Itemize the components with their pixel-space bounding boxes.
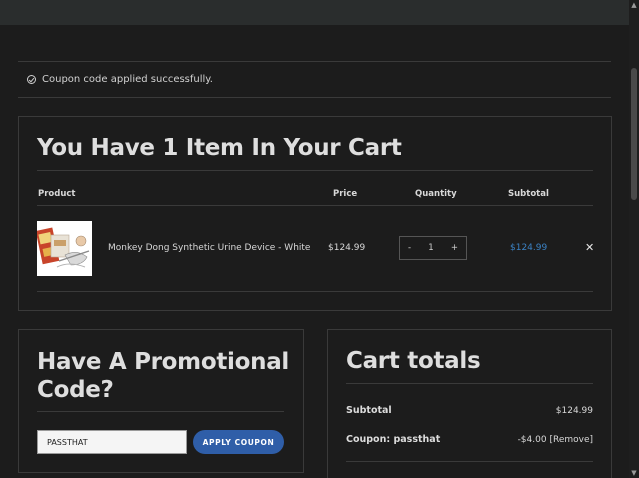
apply-coupon-button[interactable]: APPLY COUPON <box>193 430 284 454</box>
header-price: Price <box>333 189 358 199</box>
quantity-decrease-button[interactable]: - <box>408 243 411 253</box>
promo-title: Have A Promotional Code? <box>37 349 290 403</box>
quantity-input[interactable]: 1 <box>428 243 433 253</box>
divider <box>37 411 284 412</box>
remove-coupon-link[interactable]: [Remove] <box>549 435 593 445</box>
coupon-label: Coupon: passthat <box>346 434 441 445</box>
page-scrollbar[interactable]: ▲ ▼ <box>629 0 639 478</box>
cart-title: You Have 1 Item In Your Cart <box>37 135 402 161</box>
promo-code-section: Have A Promotional Code? APPLY COUPON <box>18 329 304 473</box>
header-quantity: Quantity <box>415 189 457 199</box>
header-subtotal: Subtotal <box>508 189 549 199</box>
product-price: $124.99 <box>328 243 366 253</box>
notice-text: Coupon code applied successfully. <box>42 74 213 85</box>
coupon-success-notice: Coupon code applied successfully. <box>18 61 611 98</box>
remove-item-close-icon[interactable]: ✕ <box>585 241 594 254</box>
check-circle-icon <box>27 75 36 84</box>
coupon-code-input[interactable] <box>37 430 187 454</box>
divider <box>346 461 593 462</box>
divider <box>37 205 593 206</box>
cart-section: You Have 1 Item In Your Cart Product Pri… <box>18 116 612 311</box>
coupon-discount-value: -$4.00 <box>517 435 547 445</box>
product-name-link[interactable]: Monkey Dong Synthetic Urine Device - Whi… <box>108 243 310 253</box>
subtotal-label: Subtotal <box>346 405 392 416</box>
quantity-stepper[interactable]: - 1 + <box>399 236 467 260</box>
divider <box>346 383 593 384</box>
cart-totals-section: Cart totals Subtotal $124.99 Coupon: pas… <box>327 329 612 478</box>
scroll-down-arrow-icon[interactable]: ▼ <box>629 468 639 478</box>
scroll-thumb[interactable] <box>631 68 637 200</box>
product-thumbnail[interactable] <box>37 221 92 276</box>
top-header-bar <box>0 0 639 25</box>
scroll-up-arrow-icon[interactable]: ▲ <box>629 0 639 10</box>
coupon-row-value: -$4.00 [Remove] <box>518 435 593 445</box>
product-subtotal: $124.99 <box>510 243 548 253</box>
header-product: Product <box>38 189 76 199</box>
quantity-increase-button[interactable]: + <box>451 243 458 253</box>
divider <box>37 291 593 292</box>
subtotal-value: $124.99 <box>555 406 593 416</box>
cart-totals-title: Cart totals <box>346 348 481 374</box>
divider <box>37 170 593 171</box>
